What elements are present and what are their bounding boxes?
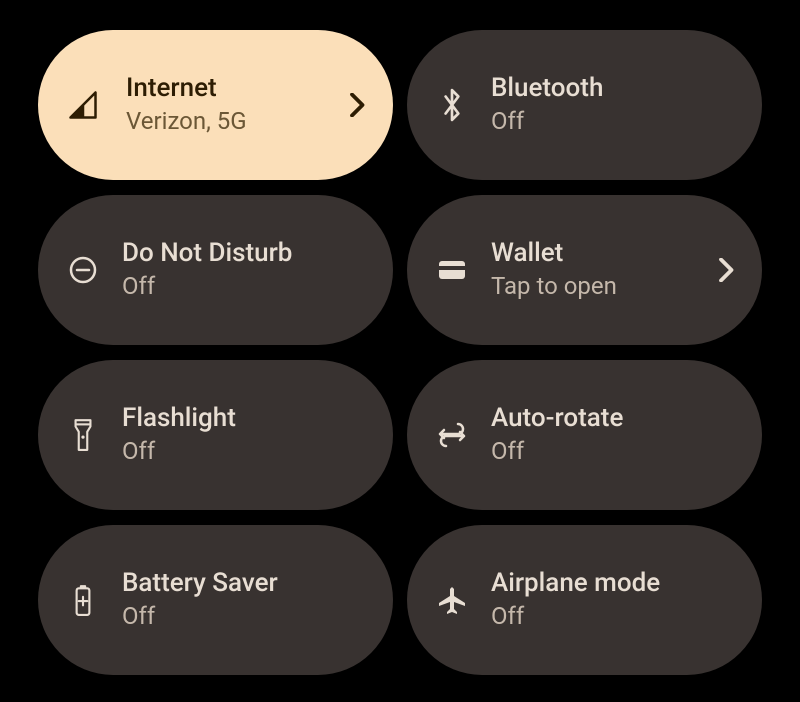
wallet-tile[interactable]: Wallet Tap to open [407,195,762,345]
flashlight-icon [66,418,100,452]
chevron-right-icon[interactable] [716,259,738,281]
tile-subtitle: Off [491,601,738,632]
tile-text: Battery Saver Off [122,568,369,632]
bluetooth-icon [435,88,469,122]
tile-title: Flashlight [122,403,369,434]
internet-tile[interactable]: Internet Verizon, 5G [38,30,393,180]
auto-rotate-tile[interactable]: Auto-rotate Off [407,360,762,510]
chevron-right-icon[interactable] [347,94,369,116]
tile-subtitle: Off [122,436,369,467]
tile-text: Bluetooth Off [491,73,738,137]
tile-title: Bluetooth [491,73,738,104]
tile-title: Internet [126,73,347,104]
tile-subtitle: Off [122,271,369,302]
tile-title: Auto-rotate [491,403,738,434]
quick-settings-grid: Internet Verizon, 5G Bluetooth Off [38,30,762,675]
tile-text: Auto-rotate Off [491,403,738,467]
tile-subtitle: Verizon, 5G [126,106,347,137]
tile-subtitle: Off [491,436,738,467]
tile-text: Internet Verizon, 5G [126,73,347,137]
tile-text: Airplane mode Off [491,568,738,632]
wallet-icon [435,253,469,287]
tile-text: Wallet Tap to open [491,238,716,302]
battery-saver-icon [66,583,100,617]
signal-icon [66,88,100,122]
tile-title: Battery Saver [122,568,369,599]
tile-subtitle: Off [491,106,738,137]
auto-rotate-icon [435,418,469,452]
tile-title: Wallet [491,238,716,269]
do-not-disturb-tile[interactable]: Do Not Disturb Off [38,195,393,345]
tile-title: Do Not Disturb [122,238,369,269]
tile-title: Airplane mode [491,568,738,599]
bluetooth-tile[interactable]: Bluetooth Off [407,30,762,180]
tile-text: Do Not Disturb Off [122,238,369,302]
airplane-mode-tile[interactable]: Airplane mode Off [407,525,762,675]
do-not-disturb-icon [66,253,100,287]
battery-saver-tile[interactable]: Battery Saver Off [38,525,393,675]
flashlight-tile[interactable]: Flashlight Off [38,360,393,510]
tile-text: Flashlight Off [122,403,369,467]
tile-subtitle: Off [122,601,369,632]
tile-subtitle: Tap to open [491,271,716,302]
airplane-icon [435,583,469,617]
